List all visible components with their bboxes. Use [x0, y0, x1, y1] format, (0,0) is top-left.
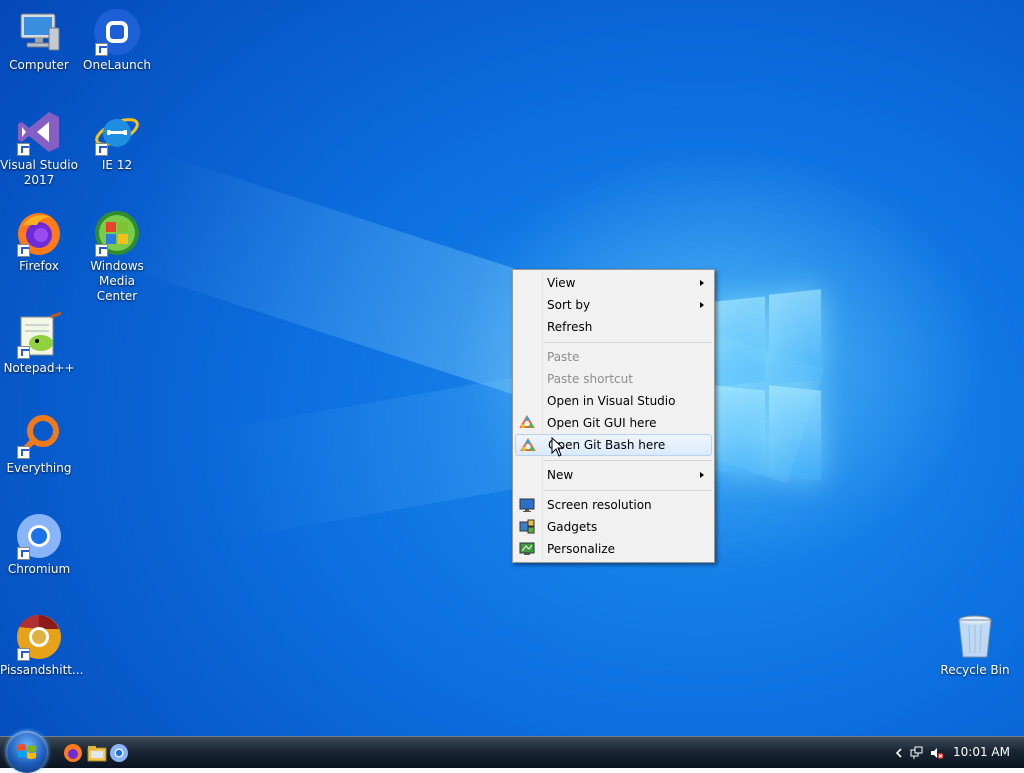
firefox-icon — [64, 744, 82, 762]
menu-item-label: Open in Visual Studio — [547, 394, 676, 408]
shortcut-arrow-icon — [17, 648, 30, 661]
menu-item-label: New — [547, 468, 574, 482]
desktop-icon-label: Everything — [6, 461, 72, 475]
shortcut-arrow-icon — [17, 346, 30, 359]
menu-item-open-git-gui[interactable]: Open Git GUI here — [515, 412, 712, 434]
desktop-icon-ie[interactable]: IE 12 — [78, 108, 156, 173]
desktop-icon-chromium[interactable]: Chromium — [0, 512, 78, 577]
menu-item-sort-by[interactable]: Sort by — [515, 294, 712, 316]
shortcut-arrow-icon — [95, 43, 108, 56]
desktop-icon-computer[interactable]: Computer — [0, 8, 78, 73]
git-icon — [520, 438, 536, 454]
shortcut-arrow-icon — [17, 547, 30, 560]
desktop-icon-label: OneLaunch — [83, 58, 151, 72]
shortcut-arrow-icon — [17, 446, 30, 459]
everything-search-icon — [15, 411, 63, 459]
chromium-icon — [110, 744, 128, 762]
desktop-icon-label: IE 12 — [101, 158, 133, 172]
explorer-folder-icon — [87, 746, 107, 762]
network-icon[interactable] — [910, 746, 924, 760]
shortcut-arrow-icon — [17, 244, 30, 257]
gadgets-icon — [519, 519, 535, 535]
system-tray: 10:01 AM — [884, 737, 1024, 769]
visual-studio-icon — [15, 108, 63, 156]
firefox-icon — [15, 209, 63, 257]
taskbar: 10:01 AM — [0, 731, 1024, 773]
desktop-icon-recycle-bin[interactable]: Recycle Bin — [936, 613, 1014, 678]
mouse-cursor-icon — [551, 437, 565, 457]
desktop-icon-label: Recycle Bin — [940, 663, 1010, 677]
shortcut-arrow-icon — [95, 244, 108, 257]
menu-item-label: Paste — [547, 350, 580, 364]
personalize-icon — [519, 541, 535, 557]
menu-item-open-git-bash[interactable]: Open Git Bash here — [515, 434, 712, 456]
menu-item-paste-shortcut: Paste shortcut — [515, 368, 712, 390]
chrome-variant-icon — [15, 613, 63, 661]
desktop[interactable]: Computer OneLaunch Visual Studio 2017 IE… — [0, 0, 1024, 736]
menu-item-label: Open Git Bash here — [548, 438, 666, 452]
menu-item-new[interactable]: New — [515, 464, 712, 486]
windows-flag-icon — [18, 744, 36, 759]
internet-explorer-icon — [93, 108, 141, 156]
menu-item-view[interactable]: View — [515, 272, 712, 294]
menu-separator — [544, 342, 712, 343]
desktop-icon-notepad-plus-plus[interactable]: Notepad++ — [0, 311, 78, 376]
start-button[interactable] — [6, 731, 48, 773]
recycle-bin-icon — [951, 613, 999, 661]
clock[interactable]: 10:01 AM — [953, 745, 1010, 759]
show-hidden-icons-chevron-icon[interactable] — [892, 746, 906, 760]
menu-item-gadgets[interactable]: Gadgets — [515, 516, 712, 538]
taskbar-chromium-button[interactable] — [108, 742, 130, 764]
desktop-icon-label: Pissandshitt... — [0, 663, 84, 677]
volume-muted-icon[interactable] — [930, 746, 944, 760]
submenu-arrow-icon — [700, 302, 704, 308]
onelaunch-icon — [93, 8, 141, 56]
chromium-icon — [15, 512, 63, 560]
shortcut-arrow-icon — [17, 143, 30, 156]
desktop-icon-label: Computer — [9, 58, 69, 72]
desktop-icon-onelaunch[interactable]: OneLaunch — [78, 8, 156, 73]
windows-media-center-icon — [93, 209, 141, 257]
desktop-icon-label: Notepad++ — [3, 361, 75, 375]
shortcut-arrow-icon — [95, 143, 108, 156]
desktop-context-menu: View Sort by Refresh Paste Paste shortcu… — [512, 269, 715, 563]
notepad-plus-plus-icon — [15, 311, 63, 359]
menu-item-open-in-visual-studio[interactable]: Open in Visual Studio — [515, 390, 712, 412]
submenu-arrow-icon — [700, 472, 704, 478]
menu-item-refresh[interactable]: Refresh — [515, 316, 712, 338]
menu-item-label: Screen resolution — [547, 498, 652, 512]
menu-separator — [544, 460, 712, 461]
menu-item-label: Refresh — [547, 320, 593, 334]
monitor-icon — [519, 497, 535, 513]
desktop-icon-custom-browser[interactable]: Pissandshitt... — [0, 613, 84, 678]
desktop-icon-label: Windows Media Center — [90, 259, 144, 303]
desktop-icon-label: Visual Studio 2017 — [0, 158, 78, 187]
desktop-icon-windows-media-center[interactable]: Windows Media Center — [78, 209, 156, 304]
menu-item-label: Personalize — [547, 542, 616, 556]
menu-item-label: Open Git GUI here — [547, 416, 657, 430]
taskbar-firefox-button[interactable] — [62, 742, 84, 764]
menu-item-paste: Paste — [515, 346, 712, 368]
menu-item-screen-resolution[interactable]: Screen resolution — [515, 494, 712, 516]
menu-item-personalize[interactable]: Personalize — [515, 538, 712, 560]
desktop-icon-firefox[interactable]: Firefox — [0, 209, 78, 274]
submenu-arrow-icon — [700, 280, 704, 286]
git-icon — [519, 415, 535, 431]
desktop-icon-label: Chromium — [7, 562, 71, 576]
taskbar-explorer-button[interactable] — [86, 742, 108, 764]
menu-item-label: Gadgets — [547, 520, 598, 534]
windows-logo-wallpaper — [715, 289, 823, 481]
computer-icon — [15, 8, 63, 56]
desktop-icon-visual-studio[interactable]: Visual Studio 2017 — [0, 108, 78, 188]
menu-item-label: Paste shortcut — [547, 372, 633, 386]
menu-separator — [544, 490, 712, 491]
menu-item-label: Sort by — [547, 298, 591, 312]
menu-item-label: View — [547, 276, 576, 290]
desktop-icon-everything[interactable]: Everything — [0, 411, 78, 476]
desktop-icon-label: Firefox — [19, 259, 59, 273]
